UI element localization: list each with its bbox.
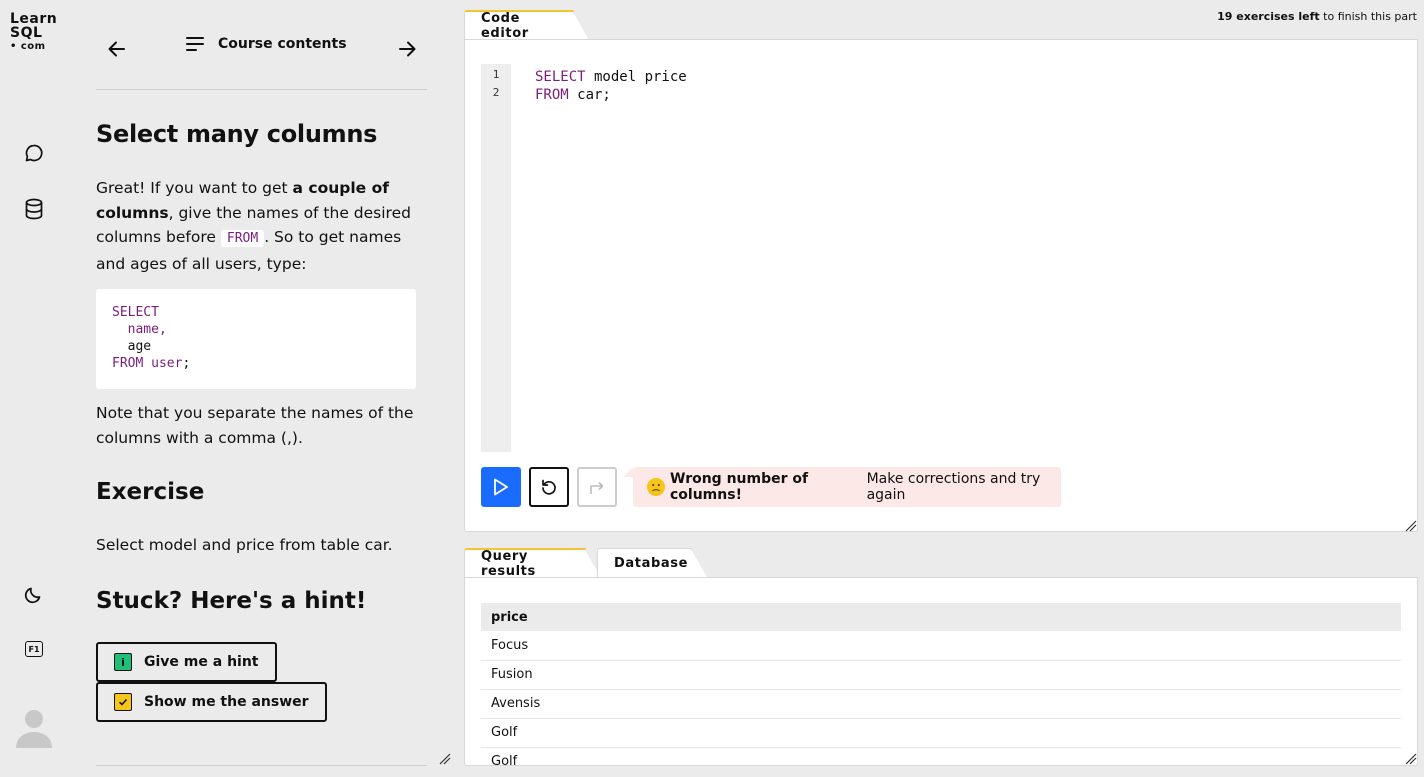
tab-code-editor[interactable]: Code editor — [464, 10, 574, 41]
info-icon: i — [114, 653, 132, 671]
table-cell: Golf — [481, 718, 1401, 748]
logo-line-3: • com — [10, 41, 46, 52]
logo-line-1: Learn — [10, 11, 58, 27]
exercise-heading: Exercise — [96, 479, 205, 505]
code-editor-tab-label: Code editor — [481, 11, 529, 41]
arrow-left-icon[interactable] — [106, 38, 128, 60]
query-results-tab-label: Query results — [481, 549, 536, 579]
progress-text: 19 exercises left to finish this part — [1217, 10, 1417, 23]
lesson-note: Note that you separate the names of the … — [96, 404, 414, 447]
lesson-intro: Great! If you want to get a couple of co… — [96, 176, 416, 276]
example-code-block: SELECT name, age FROM user; — [96, 289, 416, 389]
code-line-2: FROM car; — [535, 86, 687, 104]
feedback-bold-text: Wrong number of columns! — [670, 471, 809, 503]
error-feedback-message: Wrong number of columns! Make correction… — [623, 467, 1061, 507]
give-hint-button[interactable]: i Give me a hint — [96, 642, 277, 682]
avatar[interactable] — [14, 706, 54, 750]
hint-heading: Stuck? Here's a hint! — [96, 588, 367, 614]
next-exercise-button[interactable] — [577, 467, 617, 507]
inline-code-from: FROM — [220, 230, 265, 247]
table-cell: Golf — [481, 747, 1401, 765]
line-number-gutter: 1 2 — [481, 64, 511, 452]
panel-resize-handle[interactable] — [439, 750, 451, 765]
results-table: price Focus Fusion Avensis Golf Golf — [481, 603, 1401, 765]
play-icon — [494, 478, 508, 496]
table-row: Fusion — [481, 660, 1401, 690]
tab-database[interactable]: Database — [597, 548, 692, 577]
table-cell: Focus — [481, 631, 1401, 661]
table-cell: Fusion — [481, 660, 1401, 690]
logo-line-2: SQL — [10, 25, 43, 41]
table-row: Golf — [481, 747, 1401, 765]
course-contents-label: Course contents — [218, 36, 347, 52]
feedback-rest-text: Make corrections and try again — [866, 471, 1041, 503]
menu-lines-icon — [186, 37, 204, 51]
learnsql-logo[interactable]: Learn SQL • com — [10, 12, 57, 54]
tab-query-results[interactable]: Query results — [464, 548, 586, 579]
sad-face-icon — [647, 478, 665, 496]
course-contents-button[interactable]: Course contents — [186, 36, 347, 52]
code-line-3: age — [112, 339, 152, 354]
chat-icon[interactable] — [22, 141, 46, 165]
show-answer-button[interactable]: Show me the answer — [96, 682, 327, 722]
lesson-panel: Course contents Select many columns Grea… — [96, 0, 427, 777]
table-row: Avensis — [481, 689, 1401, 719]
sql-code-input[interactable]: SELECT model price FROM car; — [535, 68, 687, 104]
f1-icon[interactable]: F1 — [22, 637, 46, 661]
reset-button[interactable] — [529, 467, 569, 507]
line-number: 1 — [492, 68, 500, 81]
show-answer-label: Show me the answer — [144, 694, 309, 710]
table-row: Golf — [481, 718, 1401, 748]
code-editor-panel: 1 2 SELECT model price FROM car; Wrong n… — [464, 39, 1418, 532]
code-line-1: SELECT model price — [535, 68, 687, 86]
checkbox-icon — [114, 693, 132, 711]
redo-arrow-icon — [590, 481, 604, 494]
table-row: Focus — [481, 631, 1401, 661]
keyword-select: SELECT — [535, 69, 586, 85]
code-line-4: FROM user; — [112, 355, 400, 372]
exercises-left-count: 19 exercises left — [1217, 10, 1320, 23]
code-line-1-rest: model price — [585, 69, 687, 85]
moon-icon[interactable] — [22, 582, 46, 606]
code-line-4-keyword: FROM user — [112, 356, 183, 371]
code-line-4-end: ; — [182, 356, 191, 371]
icon-rail: Learn SQL • com F1 — [0, 0, 68, 777]
database-icon[interactable] — [22, 197, 46, 221]
table-cell: Avensis — [481, 689, 1401, 719]
intro-text-start: Great! If you want to get — [96, 179, 293, 197]
results-resize-handle[interactable] — [1405, 750, 1417, 765]
table-header-row: price — [481, 603, 1401, 631]
editor-resize-handle[interactable] — [1405, 517, 1417, 532]
keyword-from: FROM — [535, 87, 569, 103]
run-button[interactable] — [481, 467, 521, 507]
code-line-1: SELECT — [112, 305, 159, 320]
bottom-divider — [96, 765, 427, 766]
progress-suffix: to finish this part — [1319, 10, 1417, 23]
reset-icon — [542, 479, 556, 495]
line-number: 2 — [492, 86, 500, 99]
f1-key-label: F1 — [25, 641, 43, 657]
arrow-right-icon[interactable] — [396, 38, 418, 60]
tab-notch — [573, 12, 589, 40]
lesson-title: Select many columns — [96, 120, 378, 148]
database-tab-label: Database — [614, 555, 688, 571]
column-header: price — [481, 603, 1401, 631]
tab-notch — [691, 549, 707, 577]
code-line-2-rest: car; — [568, 87, 611, 103]
give-hint-label: Give me a hint — [144, 654, 259, 670]
exercise-text: Select model and price from table car. — [96, 536, 393, 554]
code-line-2: name, — [112, 322, 167, 337]
nav-divider — [96, 89, 427, 90]
query-results-panel: price Focus Fusion Avensis Golf Golf — [464, 577, 1418, 766]
lesson-nav: Course contents — [96, 30, 427, 70]
